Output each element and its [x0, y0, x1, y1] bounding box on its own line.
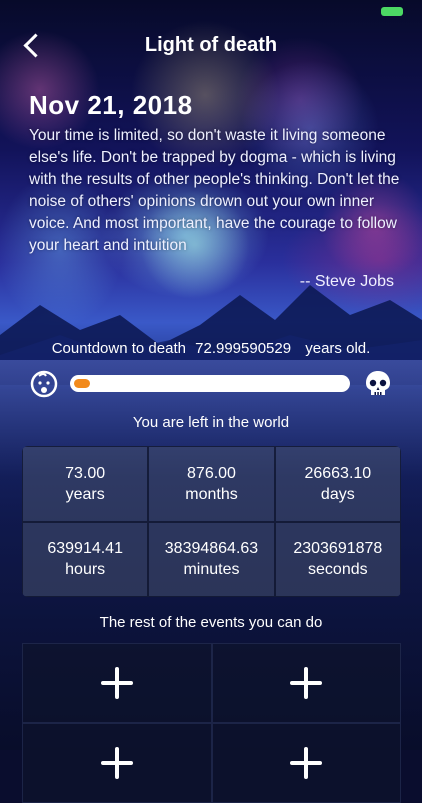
remaining-title: You are left in the world — [132, 414, 290, 431]
plus-icon — [290, 747, 323, 779]
remaining-value: 26663.10 — [304, 464, 372, 482]
add-event-button[interactable] — [22, 723, 212, 803]
events-grid — [22, 643, 401, 803]
quote-text: Your time is limited, so don't waste it … — [29, 127, 400, 254]
remaining-unit: minutes — [183, 561, 240, 579]
remaining-years: 73.00 years — [22, 446, 149, 522]
life-progress — [30, 370, 392, 400]
remaining-value: 876.00 — [187, 464, 236, 482]
add-event-button[interactable] — [211, 723, 401, 803]
countdown-value: 72.999590529 — [195, 340, 292, 357]
countdown-suffix: years old. — [305, 340, 371, 357]
remaining-hours: 639914.41 hours — [22, 521, 149, 597]
remaining-unit: hours — [65, 561, 106, 579]
add-event-button[interactable] — [211, 643, 401, 723]
remaining-grid: 73.00 years 876.00 months 26663.10 days … — [22, 446, 401, 597]
skull-icon — [366, 371, 390, 395]
progress-track — [70, 375, 350, 392]
remaining-seconds: 2303691878 seconds — [274, 521, 401, 597]
quote-author: -- Steve Jobs — [299, 273, 394, 290]
add-event-button[interactable] — [22, 643, 212, 723]
plus-icon — [100, 747, 133, 779]
remaining-unit: seconds — [308, 561, 368, 579]
remaining-unit: months — [185, 485, 238, 503]
remaining-value: 639914.41 — [47, 540, 123, 558]
remaining-unit: days — [320, 485, 355, 503]
remaining-value: 38394864.63 — [164, 540, 259, 558]
page-title: Light of death — [144, 34, 278, 56]
plus-icon — [290, 667, 323, 699]
events-title: The rest of the events you can do — [99, 614, 323, 631]
remaining-value: 73.00 — [65, 464, 106, 482]
plus-icon — [100, 667, 133, 699]
remaining-value: 2303691878 — [293, 540, 383, 558]
baby-icon — [30, 370, 58, 398]
remaining-months: 876.00 months — [148, 446, 275, 522]
progress-fill — [74, 379, 90, 388]
remaining-minutes: 38394864.63 minutes — [148, 521, 275, 597]
navigation-bar: Light of death — [0, 22, 422, 68]
remaining-unit: years — [65, 485, 105, 503]
battery-icon — [381, 7, 403, 16]
remaining-days: 26663.10 days — [274, 446, 401, 522]
countdown-label: Countdown to death — [51, 340, 186, 357]
countdown-line: Countdown to death 72.999590529 years ol… — [0, 340, 422, 357]
date-label: Nov 21, 2018 — [29, 90, 193, 120]
